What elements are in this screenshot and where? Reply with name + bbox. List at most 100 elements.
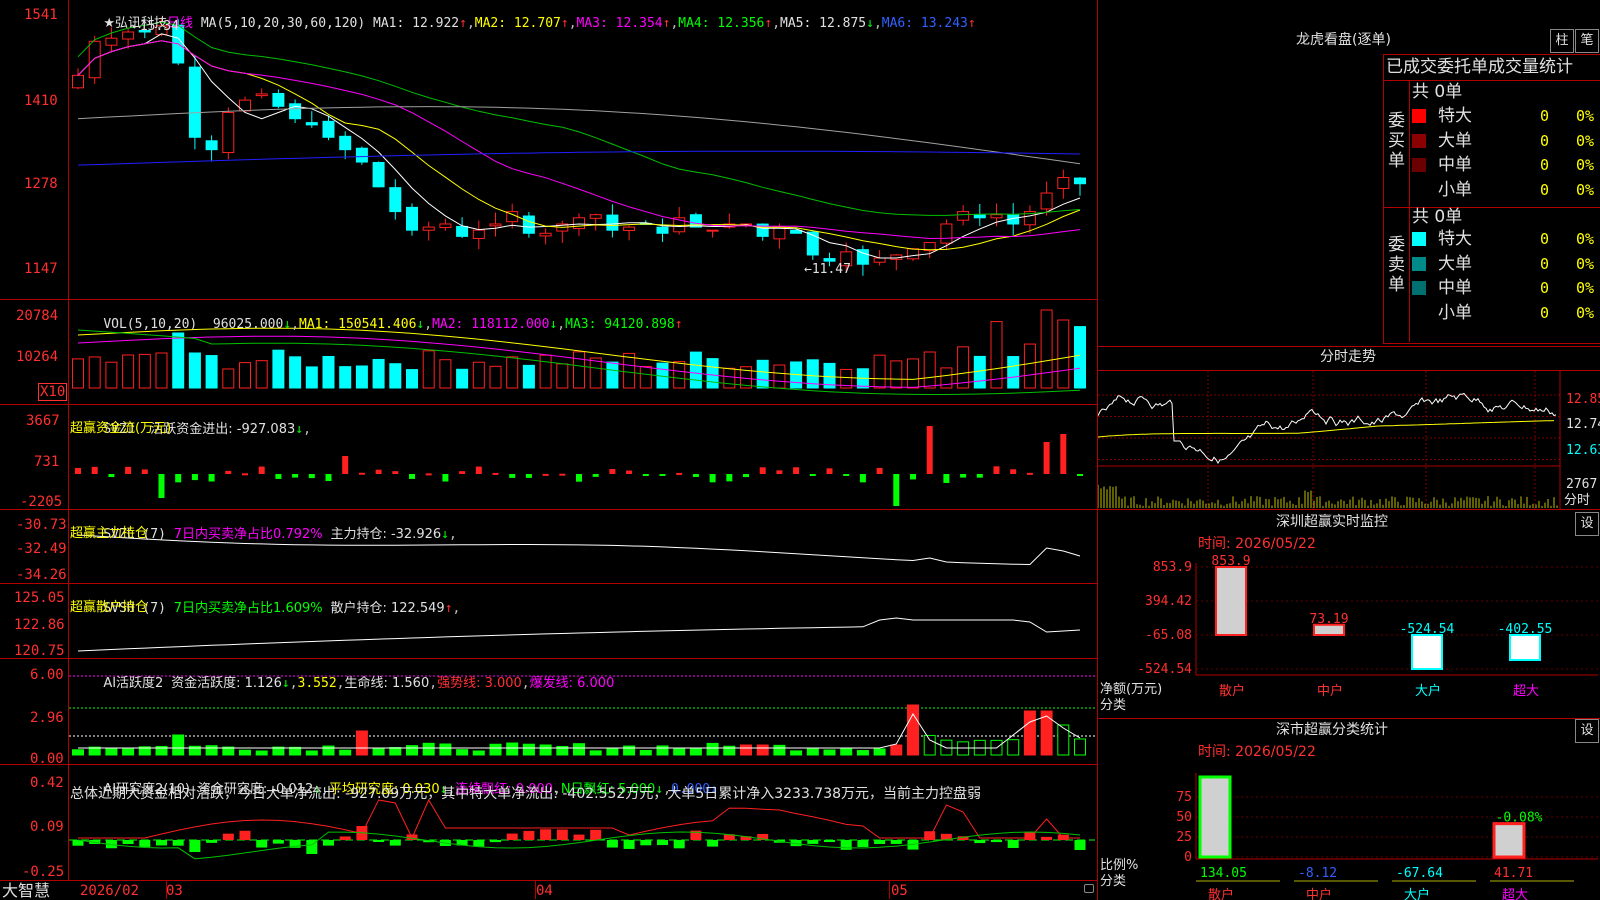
volume-bar [339, 366, 352, 389]
activity-bar [389, 747, 402, 756]
activity-bar [72, 749, 84, 756]
sz-monitor-chart[interactable]: 853.9 394.42 -65.08 -524.54 853.9 散户 73.19 中户 -5… [1098, 555, 1600, 715]
date-label-1: 2026/02 [80, 883, 140, 899]
research-bar [556, 829, 568, 840]
activity-bar [339, 749, 352, 756]
volume-bar [923, 351, 936, 389]
fl-axis-label: 0 [1184, 850, 1192, 865]
sz-axis-label: 853.9 [1153, 560, 1192, 575]
order-count: 0 [1540, 156, 1550, 174]
order-type: 中单 [1438, 278, 1472, 298]
volume-bar [573, 351, 585, 389]
sz-category-label: 超大 [1513, 684, 1539, 699]
fl-value-label: -67.64 [1396, 866, 1443, 881]
sz-xlabel: 分类 [1100, 698, 1127, 713]
candle [322, 120, 335, 138]
candle [406, 206, 418, 231]
fl-settings-button[interactable]: 设 [1575, 719, 1599, 743]
ma1-value: MA1: 12.922 [373, 16, 460, 31]
volume-bar [456, 368, 469, 389]
research-bar [974, 840, 986, 844]
order-count: 0 [1540, 107, 1550, 125]
volume-bar [406, 369, 418, 389]
volume-bar [773, 364, 786, 389]
activity-bar [790, 750, 803, 756]
volume-bar [1007, 356, 1020, 389]
fund-flow-bar [576, 474, 582, 482]
ai-lifeline: 生命线: 1.560 [344, 676, 430, 691]
fs-axis-2: 12.74 [1566, 417, 1600, 432]
activity-bar [205, 745, 218, 756]
fl-time: 时间: 2026/05/22 [1198, 744, 1316, 760]
svzl-value: 主力持仓: -32.926 [330, 527, 442, 542]
activity-bar [172, 734, 185, 756]
fl-axis-label: 75 [1176, 790, 1192, 805]
tick-mode-button[interactable]: 笔 [1575, 29, 1599, 53]
right-panel: 龙虎看盘(逐单) 柱 笔 已成交委托单成交量统计 委买单 委卖单 共 0单 共 … [1098, 0, 1600, 900]
lhb-title: 龙虎看盘(逐单) [1296, 32, 1391, 48]
candle [205, 140, 218, 151]
order-percent: 0% [1576, 303, 1595, 322]
date-tick-3 [889, 881, 890, 899]
activity-bar [439, 743, 452, 756]
activity-bar [623, 745, 636, 756]
fund-flow-bar [258, 466, 265, 474]
order-swatch [1412, 158, 1426, 172]
candle [522, 215, 535, 234]
fs-axis-3: 12.63 [1566, 443, 1600, 458]
sz-settings-button[interactable]: 设 [1575, 512, 1599, 536]
order-count: 0 [1540, 180, 1550, 199]
volume-bar [205, 355, 218, 389]
ai-burst-line: 爆发线: 6.000 [529, 676, 615, 691]
bar-mode-button[interactable]: 柱 [1550, 29, 1574, 53]
activity-bar [1057, 724, 1070, 756]
main-chart-area[interactable]: 1541 1410 1278 1147 20784 10264 X10 3667… [0, 0, 1097, 900]
candle [188, 66, 201, 138]
vol-ma2: MA2: 118112.000 [432, 317, 550, 332]
vol-ma1: MA1: 150541.406 [299, 317, 417, 332]
candle [422, 226, 435, 231]
fl-stats-chart[interactable]: 75 50 25 0 134.05 散户 -8.12 中户 -67.64 大户 -0.08% 41.7… [1098, 765, 1600, 900]
sell-label: 委卖单 [1388, 235, 1405, 295]
fund-flow-bar [242, 473, 248, 476]
activity-bar [456, 749, 469, 756]
fund-flow-bar [709, 474, 716, 483]
sz-bar-label: 73.19 [1309, 612, 1348, 627]
fund-flow-bar [475, 466, 482, 474]
activity-bar [740, 744, 752, 756]
volume-bar [973, 355, 986, 389]
fund-flow-bar [626, 470, 633, 474]
research-bar [239, 830, 251, 840]
research-bar [874, 840, 886, 844]
fl-bar-超大 [1492, 822, 1526, 859]
activity-bar [422, 742, 435, 756]
activity-bar [355, 730, 368, 756]
intraday-chart[interactable] [1098, 371, 1600, 509]
low-marker: ←11.47 [804, 262, 851, 277]
fund-flow-bar [876, 467, 883, 474]
research-bar [506, 833, 518, 840]
fund-flow-bar [325, 474, 332, 482]
research-bar [1007, 840, 1019, 848]
fund-flow-bar [843, 474, 850, 476]
fl-axis-label: 50 [1176, 810, 1192, 825]
vol-title: VOL(5,10,20) [103, 317, 198, 332]
fund-flow-bar [609, 469, 616, 474]
activity-bar [806, 748, 819, 756]
volume-bar [155, 352, 168, 389]
research-bar [824, 840, 835, 843]
ai-value-2: 3.552 [297, 676, 337, 691]
activity-bar [1023, 710, 1036, 756]
activity-bar [673, 747, 686, 756]
fund-flow-bar [442, 474, 449, 482]
svzj-value: 活跃资金进出: -927.083 [150, 422, 296, 437]
research-bar [323, 840, 334, 846]
volume-bar [990, 321, 1003, 389]
order-swatch [1412, 133, 1426, 148]
volume-bar [957, 346, 970, 389]
activity-bar [856, 750, 869, 756]
activity-bar [1007, 739, 1020, 756]
candle [873, 257, 886, 263]
candle [706, 229, 719, 232]
fl-ylabel: 比例% [1100, 858, 1139, 873]
